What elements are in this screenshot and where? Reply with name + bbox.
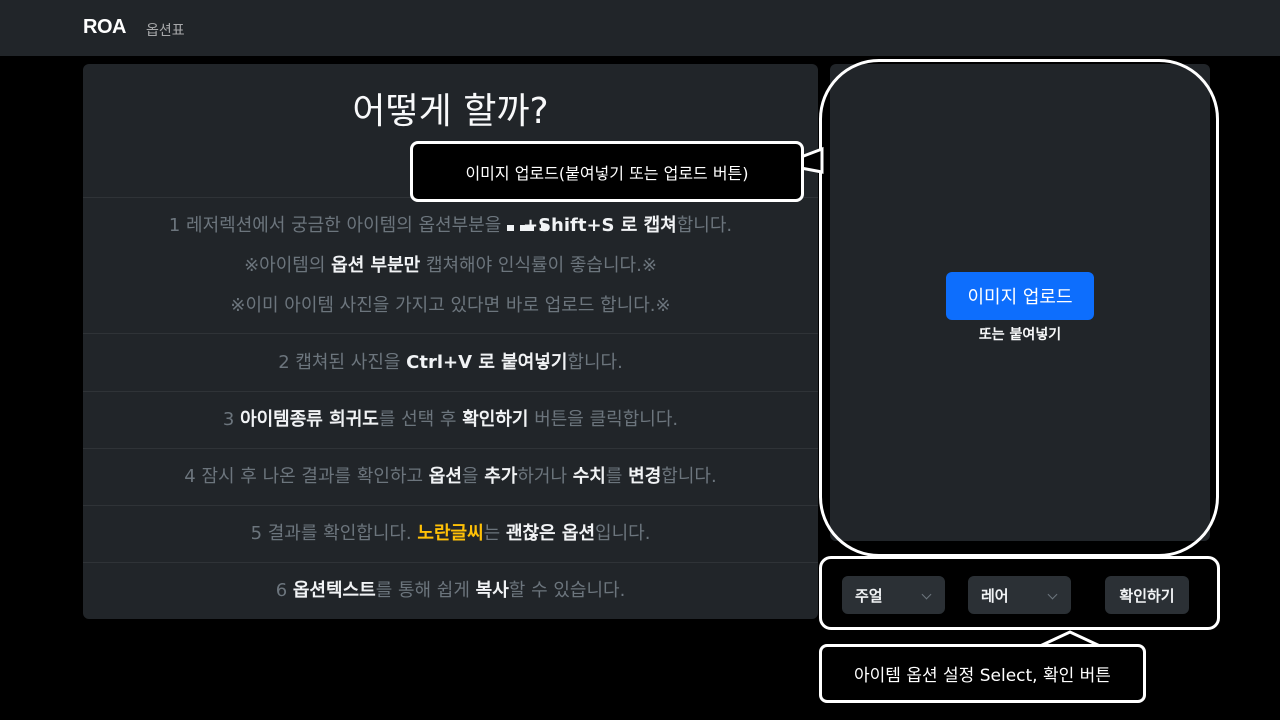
item-option-controls: 주얼 레어 확인하기 [830,560,1210,626]
upload-callout: 이미지 업로드(붙여넣기 또는 업로드 버튼) [410,141,804,202]
nav-link-option-table[interactable]: 옵션표 [146,20,185,40]
guide-step-6: 6 옵션텍스트를 통해 쉽게 복사할 수 있습니다. [83,562,818,619]
chevron-down-icon [1047,589,1058,600]
highlight-text: 노란글씨 [417,523,484,544]
step-1-line-1: 1 레저렉션에서 궁금한 아이템의 옵션부분을 +Shift+S 로 캡쳐합니다… [169,206,732,246]
guide-title: 어떻게 할까? [352,91,549,132]
guide-step-5: 5 결과를 확인합니다. 노란글씨는 괜찮은 옵션입니다. [83,505,818,562]
paste-hint: 또는 붙여넣기 [978,327,1062,343]
step-1-line-2: ※아이템의 옵션 부분만 캡쳐해야 인식률이 좋습니다.※ [244,254,657,276]
brand-logo[interactable]: ROA [83,16,126,39]
item-type-select[interactable]: 주얼 [842,576,945,614]
confirm-button[interactable]: 확인하기 [1105,576,1189,614]
rarity-select[interactable]: 레어 [968,576,1071,614]
guide-step-4: 4 잠시 후 나온 결과를 확인하고 옵션을 추가하거나 수치를 변경합니다. [83,448,818,505]
chevron-down-icon [921,589,932,600]
guide-step-1: 1 레저렉션에서 궁금한 아이템의 옵션부분을 +Shift+S 로 캡쳐합니다… [83,197,818,333]
windows-key-icon [507,207,548,231]
guide-step-2: 2 캡쳐된 사진을 Ctrl+V 로 붙여넣기합니다. [83,333,818,391]
controls-callout: 아이템 옵션 설정 Select, 확인 버튼 [819,644,1146,703]
image-upload-button[interactable]: 이미지 업로드 [946,272,1094,320]
navbar: ROA 옵션표 [0,0,1280,56]
guide-step-3: 3 아이템종류 희귀도를 선택 후 확인하기 버튼을 클릭합니다. [83,391,818,448]
step-1-line-3: ※이미 아이템 사진을 가지고 있다면 바로 업로드 합니다.※ [230,294,671,316]
